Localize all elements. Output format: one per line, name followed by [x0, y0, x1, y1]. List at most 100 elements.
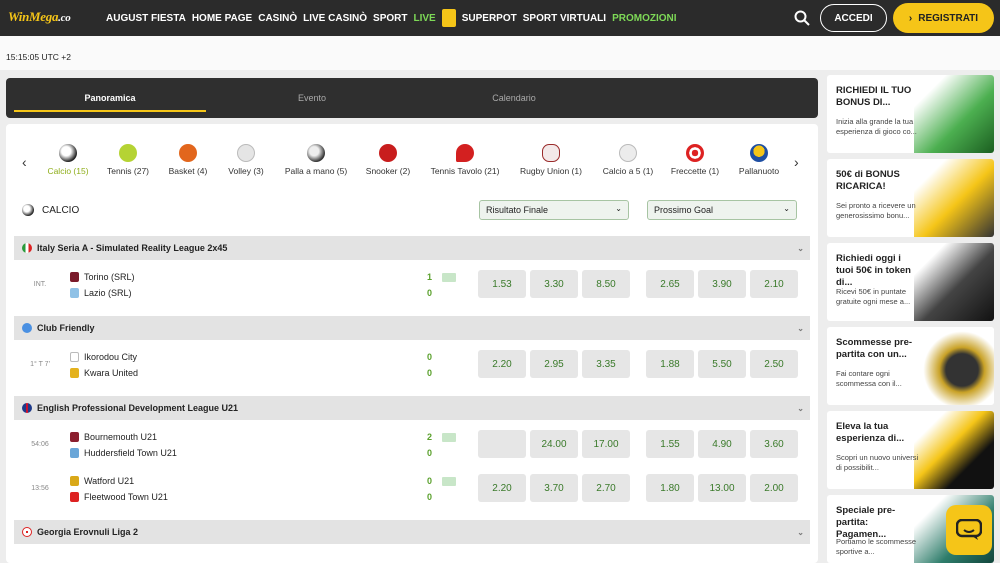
odd-button[interactable]: 3.90	[698, 270, 746, 298]
sport-freccette[interactable]: Freccette (1)	[668, 144, 722, 176]
promo-card[interactable]: Richiedi oggi i tuoi 50€ in token di... …	[827, 243, 994, 321]
chat-button[interactable]	[946, 505, 992, 555]
nav-live[interactable]: LIVE	[413, 13, 435, 24]
promo-title: RICHIEDI IL TUO BONUS DI...	[836, 85, 912, 108]
league-header[interactable]: Georgia Erovnuli Liga 2 ⌄	[14, 520, 810, 544]
sport-rugby-union[interactable]: Rugby Union (1)	[516, 144, 586, 176]
nav-sport[interactable]: SPORT	[373, 13, 407, 24]
nav-promozioni[interactable]: PROMOZIONI	[612, 13, 676, 24]
league-header[interactable]: English Professional Development League …	[14, 396, 810, 420]
nav-sport-virtuali[interactable]: SPORT VIRTUALI	[523, 13, 606, 24]
odd-button[interactable]: 3.60	[750, 430, 798, 458]
odd-button[interactable]: 2.50	[750, 350, 798, 378]
active-tab-indicator	[14, 110, 206, 112]
odd-button[interactable]: 2.10	[750, 270, 798, 298]
odd-button[interactable]: 24.00	[530, 430, 578, 458]
odd-button[interactable]: 3.70	[530, 474, 578, 502]
chevron-right-icon[interactable]: ›	[794, 154, 799, 170]
sport-label: Calcio a 5 (1)	[602, 166, 654, 176]
odd-button[interactable]: 2.20	[478, 474, 526, 502]
globe-icon	[22, 323, 32, 333]
site-logo[interactable]: WinMega.co	[8, 9, 71, 25]
nav-home-page[interactable]: HOME PAGE	[192, 13, 252, 24]
sport-label: Palla a mano (5)	[284, 166, 348, 176]
match-time: INT.	[33, 281, 47, 288]
promo-desc: Scopri un nuovo universi di possibilit..…	[836, 453, 919, 472]
market-select-2[interactable]: Prossimo Goal ⌄	[647, 200, 797, 220]
odd-button[interactable]: 1.80	[646, 474, 694, 502]
nav-live-casino[interactable]: LIVE CASINÒ	[303, 13, 367, 24]
stats-icon[interactable]	[442, 477, 456, 486]
main-nav: AUGUST FIESTA HOME PAGE CASINÒ LIVE CASI…	[106, 0, 683, 36]
sport-calcio-a-5[interactable]: Calcio a 5 (1)	[600, 144, 656, 176]
chevron-left-icon[interactable]: ‹	[22, 154, 27, 170]
away-score: 0	[427, 448, 433, 458]
table-tennis-icon	[456, 144, 474, 162]
odd-button[interactable]: 1.88	[646, 350, 694, 378]
away-score: 0	[427, 368, 433, 378]
odd-button[interactable]: 3.30	[530, 270, 578, 298]
login-button[interactable]: ACCEDI	[820, 4, 887, 32]
sport-snooker[interactable]: Snooker (2)	[362, 144, 414, 176]
odd-button[interactable]: 8.50	[582, 270, 630, 298]
promo-card[interactable]: 50€ di BONUS RICARICA! Sei pronto a rice…	[827, 159, 994, 237]
odd-button[interactable]	[478, 430, 526, 458]
league-header[interactable]: Italy Seria A - Simulated Reality League…	[14, 236, 810, 260]
promo-image	[914, 243, 994, 321]
odd-button[interactable]: 1.53	[478, 270, 526, 298]
shirt-icon	[70, 492, 79, 502]
promo-title: 50€ di BONUS RICARICA!	[836, 169, 900, 192]
sport-volley[interactable]: Volley (3)	[224, 144, 268, 176]
home-score: 2	[427, 432, 433, 442]
shirt-icon	[70, 288, 79, 298]
nav-august-fiesta[interactable]: AUGUST FIESTA	[106, 13, 186, 24]
chevron-down-icon: ⌄	[797, 527, 804, 537]
sport-calcio[interactable]: Calcio (15)	[46, 144, 90, 176]
match-row[interactable]: 1° T 7' Ikorodou City Kwara United 0 0 2…	[14, 350, 810, 386]
away-team: Lazio (SRL)	[84, 288, 132, 298]
sport-label: Tennis (27)	[106, 166, 150, 176]
odd-button[interactable]: 17.00	[582, 430, 630, 458]
stats-icon[interactable]	[442, 273, 456, 282]
search-icon[interactable]	[793, 9, 811, 27]
sport-basket[interactable]: Basket (4)	[166, 144, 210, 176]
darts-icon	[686, 144, 704, 162]
odd-button[interactable]: 2.20	[478, 350, 526, 378]
odd-button[interactable]: 13.00	[698, 474, 746, 502]
section-title: CALCIO	[42, 204, 80, 216]
odd-button[interactable]: 2.70	[582, 474, 630, 502]
register-button[interactable]: › REGISTRATI	[893, 3, 994, 33]
match-row[interactable]: 54:06 Bournemouth U21 Huddersfield Town …	[14, 430, 810, 466]
promo-card[interactable]: Eleva la tua esperienza di... Scopri un …	[827, 411, 994, 489]
nav-superpot[interactable]: SUPERPOT	[462, 13, 517, 24]
logo-text: WinMega	[8, 9, 59, 24]
stats-icon[interactable]	[442, 433, 456, 442]
sport-selector: ‹ Calcio (15) Tennis (27) Basket (4) Vol…	[6, 124, 818, 184]
home-score: 0	[427, 476, 433, 486]
tab-evento[interactable]: Evento	[216, 78, 408, 118]
promo-card[interactable]: RICHIEDI IL TUO BONUS DI... Inizia alla …	[827, 75, 994, 153]
sport-label: Basket (4)	[168, 166, 208, 176]
sport-tennis[interactable]: Tennis (27)	[104, 144, 152, 176]
tab-panoramica[interactable]: Panoramica	[14, 78, 206, 118]
nav-casino[interactable]: CASINÒ	[258, 13, 297, 24]
odd-button[interactable]: 2.65	[646, 270, 694, 298]
promo-card[interactable]: Scommesse pre-partita con un... Fai cont…	[827, 327, 994, 405]
match-row[interactable]: INT. Torino (SRL) Lazio (SRL) 1 0 1.53 3…	[14, 270, 810, 306]
match-row[interactable]: 13:56 Watford U21 Fleetwood Town U21 0 0…	[14, 474, 810, 510]
market-select-1[interactable]: Risultato Finale ⌄	[479, 200, 629, 220]
odd-button[interactable]: 4.90	[698, 430, 746, 458]
sport-pallanuoto[interactable]: Pallanuoto	[734, 144, 784, 176]
sport-palla-a-mano[interactable]: Palla a mano (5)	[278, 144, 354, 176]
chevron-down-icon: ⌄	[783, 204, 790, 213]
odd-button[interactable]: 5.50	[698, 350, 746, 378]
odd-button[interactable]: 1.55	[646, 430, 694, 458]
sport-label: Freccette (1)	[670, 166, 720, 176]
promo-desc: Sei pronto a ricevere un generosissimo b…	[836, 201, 916, 220]
league-header[interactable]: Club Friendly ⌄	[14, 316, 810, 340]
sport-tennis-tavolo[interactable]: Tennis Tavolo (21)	[426, 144, 504, 176]
odd-button[interactable]: 2.00	[750, 474, 798, 502]
tab-calendario[interactable]: Calendario	[416, 78, 612, 118]
odd-button[interactable]: 3.35	[582, 350, 630, 378]
odd-button[interactable]: 2.95	[530, 350, 578, 378]
